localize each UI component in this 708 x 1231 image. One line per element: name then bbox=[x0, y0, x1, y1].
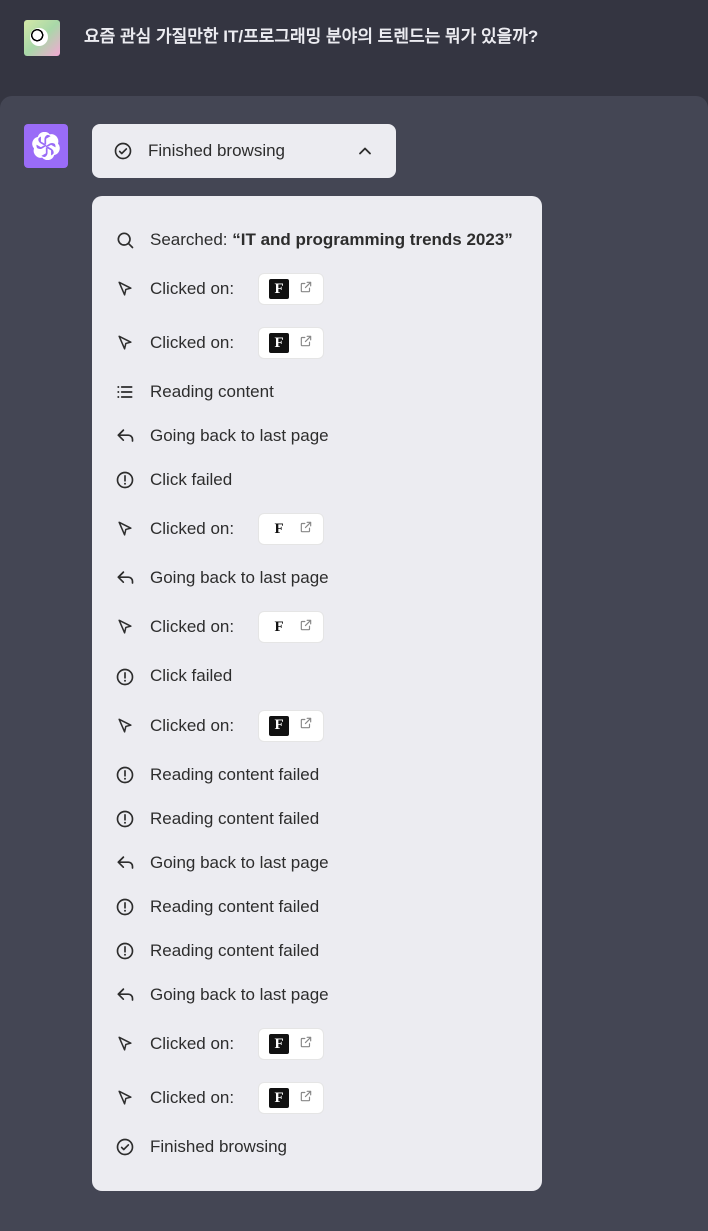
step-text: Reading content failed bbox=[150, 764, 319, 786]
step-back: Going back to last page bbox=[114, 556, 520, 600]
link-chip[interactable]: F bbox=[258, 710, 324, 742]
step-text: Finished browsing bbox=[150, 1136, 287, 1158]
link-chip[interactable]: F bbox=[258, 1028, 324, 1060]
browse-steps-panel: Searched: “IT and programming trends 202… bbox=[92, 196, 542, 1191]
step-back: Going back to last page bbox=[114, 841, 520, 885]
check-circle-icon bbox=[112, 140, 134, 162]
back-icon bbox=[114, 567, 136, 589]
favicon: F bbox=[269, 519, 289, 539]
step-search: Searched: “IT and programming trends 202… bbox=[114, 218, 520, 262]
link-chip[interactable]: F bbox=[258, 1082, 324, 1114]
step-text: Clicked on: bbox=[150, 1087, 234, 1109]
assistant-content: Finished browsing Searched: “IT and prog… bbox=[92, 124, 684, 1191]
step-text: Click failed bbox=[150, 469, 232, 491]
step-text: Clicked on: bbox=[150, 332, 234, 354]
external-link-icon bbox=[299, 520, 313, 539]
favicon: F bbox=[269, 716, 289, 736]
favicon: F bbox=[269, 333, 289, 353]
step-read-failed: Reading content failed bbox=[114, 929, 520, 973]
step-text: Going back to last page bbox=[150, 567, 329, 589]
step-text: Reading content failed bbox=[150, 940, 319, 962]
step-text: Reading content failed bbox=[150, 896, 319, 918]
step-click: Clicked on: F bbox=[114, 1071, 520, 1125]
step-text: Clicked on: bbox=[150, 518, 234, 540]
step-read-failed: Reading content failed bbox=[114, 753, 520, 797]
step-click: Clicked on: F bbox=[114, 502, 520, 556]
openai-icon bbox=[32, 132, 60, 160]
cursor-icon bbox=[114, 278, 136, 300]
external-link-icon bbox=[299, 618, 313, 637]
step-click: Clicked on: F bbox=[114, 699, 520, 753]
external-link-icon bbox=[299, 334, 313, 353]
step-click: Clicked on: F bbox=[114, 600, 520, 654]
link-chip[interactable]: F bbox=[258, 273, 324, 305]
step-read-failed: Reading content failed bbox=[114, 885, 520, 929]
chevron-up-icon bbox=[354, 140, 376, 162]
cursor-icon bbox=[114, 1087, 136, 1109]
step-finished: Finished browsing bbox=[114, 1125, 520, 1169]
step-click-failed: Click failed bbox=[114, 458, 520, 502]
favicon: F bbox=[269, 1034, 289, 1054]
step-click: Clicked on: F bbox=[114, 262, 520, 316]
step-click: Clicked on: F bbox=[114, 1017, 520, 1071]
alert-icon bbox=[114, 896, 136, 918]
step-text: Clicked on: bbox=[150, 616, 234, 638]
step-reading: Reading content bbox=[114, 370, 520, 414]
link-chip[interactable]: F bbox=[258, 327, 324, 359]
step-text: Reading content failed bbox=[150, 808, 319, 830]
external-link-icon bbox=[299, 1035, 313, 1054]
check-circle-icon bbox=[114, 1136, 136, 1158]
user-message-text: 요즘 관심 가질만한 IT/프로그래밍 분야의 트렌드는 뭐가 있을까? bbox=[84, 20, 538, 50]
favicon: F bbox=[269, 617, 289, 637]
alert-icon bbox=[114, 764, 136, 786]
step-back: Going back to last page bbox=[114, 973, 520, 1017]
cursor-icon bbox=[114, 616, 136, 638]
step-click: Clicked on: F bbox=[114, 316, 520, 370]
browse-header-text: Finished browsing bbox=[148, 141, 340, 161]
external-link-icon bbox=[299, 1089, 313, 1108]
user-avatar bbox=[24, 20, 60, 56]
link-chip[interactable]: F bbox=[258, 513, 324, 545]
list-icon bbox=[114, 381, 136, 403]
browse-toggle[interactable]: Finished browsing bbox=[92, 124, 396, 178]
step-text: Going back to last page bbox=[150, 852, 329, 874]
step-text: Clicked on: bbox=[150, 1033, 234, 1055]
step-read-failed: Reading content failed bbox=[114, 797, 520, 841]
step-text: Searched: “IT and programming trends 202… bbox=[150, 229, 513, 251]
external-link-icon bbox=[299, 280, 313, 299]
step-text: Click failed bbox=[150, 665, 232, 687]
step-text: Going back to last page bbox=[150, 425, 329, 447]
back-icon bbox=[114, 984, 136, 1006]
step-text: Reading content bbox=[150, 381, 274, 403]
alert-icon bbox=[114, 940, 136, 962]
cursor-icon bbox=[114, 332, 136, 354]
assistant-message-row: Finished browsing Searched: “IT and prog… bbox=[0, 96, 708, 1231]
assistant-avatar bbox=[24, 124, 68, 168]
step-text: Clicked on: bbox=[150, 278, 234, 300]
back-icon bbox=[114, 852, 136, 874]
external-link-icon bbox=[299, 716, 313, 735]
cursor-icon bbox=[114, 715, 136, 737]
link-chip[interactable]: F bbox=[258, 611, 324, 643]
alert-icon bbox=[114, 469, 136, 491]
search-icon bbox=[114, 229, 136, 251]
step-back: Going back to last page bbox=[114, 414, 520, 458]
cursor-icon bbox=[114, 1033, 136, 1055]
step-text: Going back to last page bbox=[150, 984, 329, 1006]
step-text: Clicked on: bbox=[150, 715, 234, 737]
user-message-row: 요즘 관심 가질만한 IT/프로그래밍 분야의 트렌드는 뭐가 있을까? bbox=[0, 0, 708, 96]
cursor-icon bbox=[114, 518, 136, 540]
back-icon bbox=[114, 425, 136, 447]
favicon: F bbox=[269, 279, 289, 299]
alert-icon bbox=[114, 666, 136, 688]
favicon: F bbox=[269, 1088, 289, 1108]
step-click-failed: Click failed bbox=[114, 654, 520, 698]
alert-icon bbox=[114, 808, 136, 830]
